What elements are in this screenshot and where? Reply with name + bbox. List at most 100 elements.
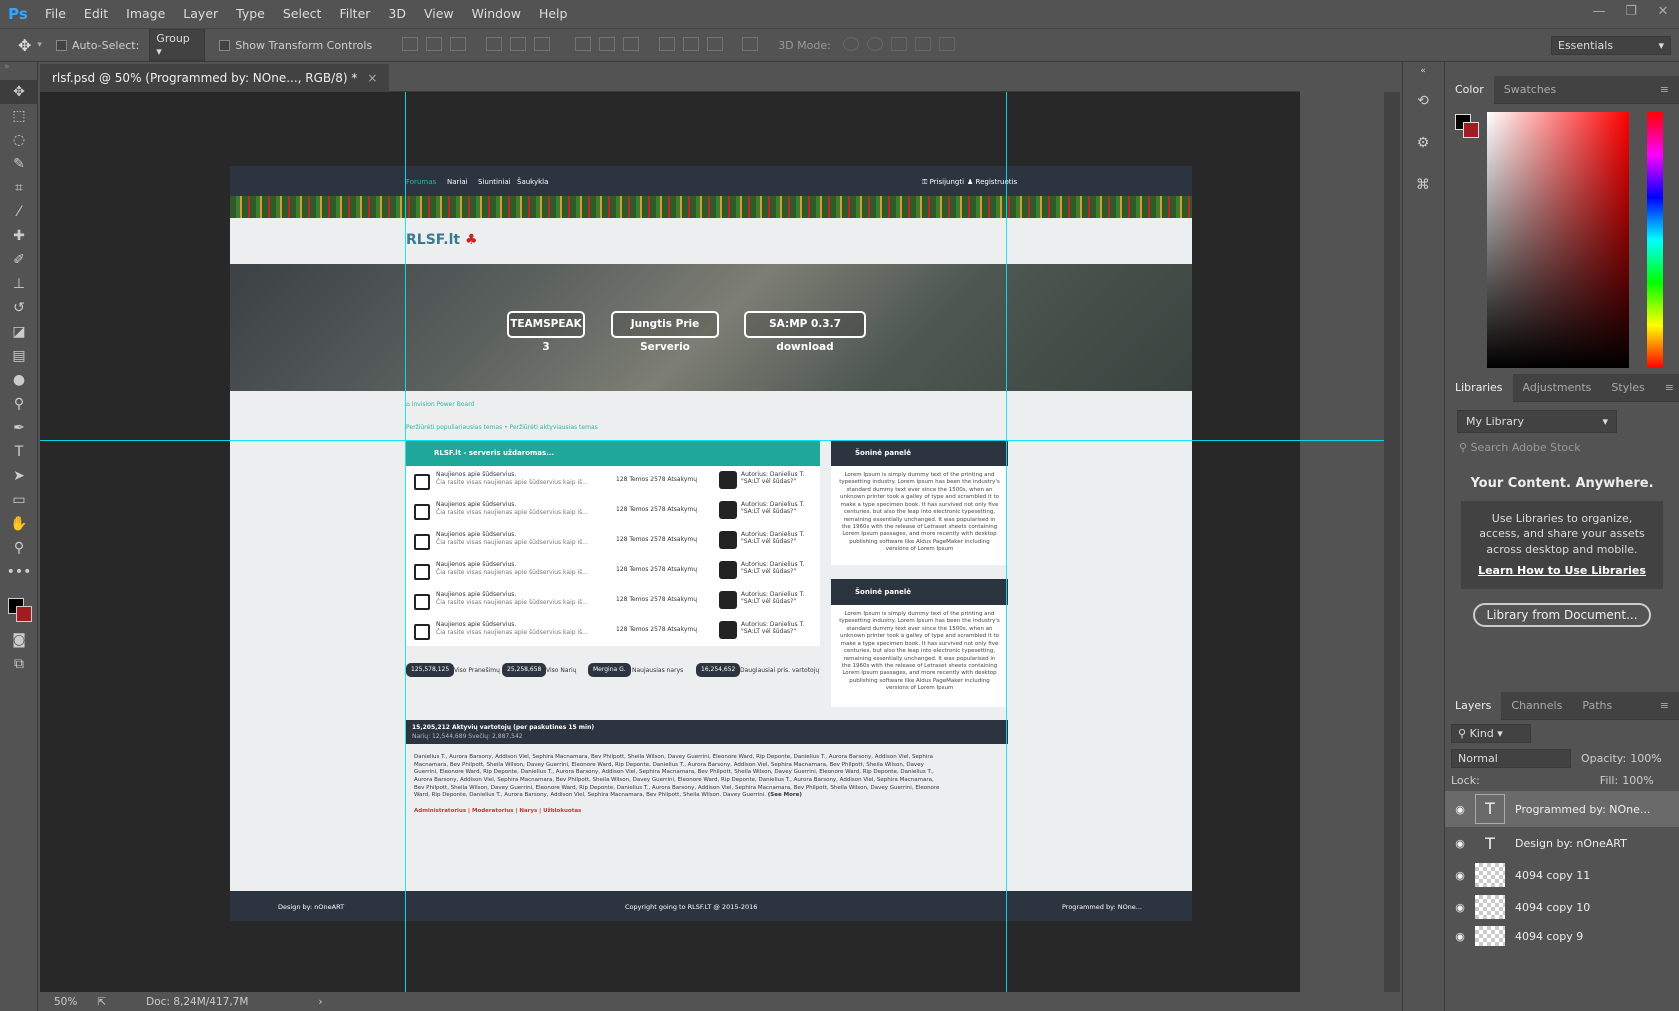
lasso-tool-icon[interactable]: ◌: [0, 128, 38, 152]
crop-tool-icon[interactable]: ⌗: [0, 176, 38, 200]
color-swatches[interactable]: [0, 584, 37, 628]
menu-view[interactable]: View: [415, 0, 463, 28]
tab-color[interactable]: Color: [1445, 75, 1494, 104]
tab-adjustments[interactable]: Adjustments: [1513, 374, 1602, 402]
nav-saukykla: Šaukykla: [517, 178, 549, 186]
menu-select[interactable]: Select: [274, 0, 331, 28]
menu-layer[interactable]: Layer: [174, 0, 227, 28]
healing-brush-icon[interactable]: ✚: [0, 224, 38, 248]
more-tools-icon[interactable]: •••: [0, 560, 38, 584]
forum-row: Naujienos apie šūdservius. Čia rasite vis…: [406, 556, 820, 586]
blur-tool-icon[interactable]: ●: [0, 368, 38, 392]
library-select[interactable]: My Library ▾: [1457, 410, 1617, 433]
eraser-tool-icon[interactable]: ◪: [0, 320, 38, 344]
learn-libraries-link[interactable]: Learn How to Use Libraries: [1471, 563, 1653, 578]
user-groups: Administratorius | Moderatorius | Narys …: [414, 808, 582, 815]
layer-row[interactable]: ◉ 4094 copy 9: [1445, 923, 1679, 949]
panel-menu-icon[interactable]: ≡: [1655, 374, 1679, 402]
close-icon[interactable]: ✕: [1647, 0, 1679, 28]
path-select-icon[interactable]: ➤: [0, 464, 38, 488]
guide-line[interactable]: [405, 92, 406, 992]
menu-filter[interactable]: Filter: [330, 0, 379, 28]
hue-slider[interactable]: [1647, 112, 1663, 368]
tab-swatches[interactable]: Swatches: [1494, 76, 1567, 104]
menu-edit[interactable]: Edit: [75, 0, 117, 28]
pen-tool-icon[interactable]: ✒: [0, 416, 38, 440]
saturation-field[interactable]: [1487, 112, 1629, 368]
tab-styles[interactable]: Styles: [1601, 374, 1654, 402]
close-tab-icon[interactable]: ×: [367, 71, 377, 85]
auto-select-dropdown[interactable]: Group ▾: [149, 29, 206, 61]
blend-mode-select[interactable]: Normal: [1451, 749, 1571, 768]
forum-list: Naujienos apie šūdservius. Čia rasite vis…: [406, 466, 820, 646]
side-panel-text: Lorem Ipsum is simply dummy text of the …: [839, 472, 1000, 553]
align-buttons[interactable]: [398, 36, 762, 54]
menu-image[interactable]: Image: [117, 0, 174, 28]
type-tool-icon[interactable]: T: [0, 440, 38, 464]
side-panel-title: Šoninė panelė: [831, 440, 1008, 466]
zoom-level[interactable]: 50%: [54, 996, 77, 1008]
history-brush-icon[interactable]: ↺: [0, 296, 38, 320]
panel-menu-icon[interactable]: ≡: [1650, 692, 1679, 720]
menu-window[interactable]: Window: [463, 0, 530, 28]
collapse-icon[interactable]: «: [1403, 62, 1443, 80]
export-icon[interactable]: ⇱: [97, 996, 106, 1008]
vertical-scrollbar[interactable]: [1384, 92, 1400, 992]
screen-mode-icon[interactable]: ⧉: [0, 652, 38, 676]
opacity-value[interactable]: 100%: [1630, 752, 1661, 765]
hand-tool-icon[interactable]: ✋: [0, 512, 38, 536]
library-from-document-button[interactable]: Library from Document...: [1473, 602, 1651, 627]
move-tool-icon[interactable]: ✥: [18, 36, 31, 55]
eyedropper-tool-icon[interactable]: ⁄: [0, 200, 38, 224]
stat-posts-value: 125,578,125: [406, 663, 455, 677]
menu-file[interactable]: File: [36, 0, 75, 28]
marquee-tool-icon[interactable]: ⬚: [0, 104, 38, 128]
fill-value[interactable]: 100%: [1622, 774, 1653, 787]
santa-icon: ♣: [464, 232, 478, 248]
tab-layers[interactable]: Layers: [1445, 691, 1502, 720]
brush-tool-icon[interactable]: ✐: [0, 248, 38, 272]
dodge-tool-icon[interactable]: ⚲: [0, 392, 38, 416]
status-arrow-icon[interactable]: ›: [318, 996, 322, 1008]
layer-row[interactable]: ◉ T Programmed by: NOne...: [1445, 791, 1679, 827]
libraries-panel-tabs: Libraries Adjustments Styles ≡: [1445, 373, 1679, 402]
guide-line[interactable]: [1006, 92, 1007, 992]
menu-type[interactable]: Type: [227, 0, 274, 28]
stat-max-value: 16,254,652: [696, 663, 741, 677]
document-tab[interactable]: rlsf.psd @ 50% (Programmed by: NOne..., …: [40, 64, 390, 92]
collapse-icon[interactable]: »: [0, 62, 37, 80]
guide-line[interactable]: [40, 440, 1385, 441]
menu-3d[interactable]: 3D: [379, 0, 415, 28]
3d-mode-icons[interactable]: [839, 36, 959, 54]
background-swatch[interactable]: [1463, 122, 1479, 138]
menu-help[interactable]: Help: [530, 0, 577, 28]
workspace-dropdown[interactable]: Essentials ▾: [1551, 35, 1671, 55]
panel-menu-icon[interactable]: ≡: [1650, 76, 1679, 104]
layer-row[interactable]: ◉ 4094 copy 10: [1445, 891, 1679, 923]
quick-select-tool-icon[interactable]: ✎: [0, 152, 38, 176]
minimize-icon[interactable]: —: [1583, 0, 1615, 28]
properties-icon[interactable]: ⚙: [1403, 122, 1443, 164]
quick-mask-icon[interactable]: ◙: [0, 628, 38, 652]
zoom-tool-icon[interactable]: ⚲: [0, 536, 38, 560]
move-tool-icon[interactable]: ✥: [0, 80, 38, 104]
show-transform-checkbox[interactable]: [219, 39, 235, 52]
stat-posts-label: Viso Pranešimų: [454, 667, 500, 674]
kind-filter[interactable]: ⚲ Kind ▾: [1451, 724, 1531, 743]
auto-select-checkbox[interactable]: [55, 39, 72, 52]
layer-row[interactable]: ◉ 4094 copy 11: [1445, 859, 1679, 891]
restore-icon[interactable]: ❐: [1615, 0, 1647, 28]
stock-search-input[interactable]: ⚲ Search Adobe Stock: [1453, 441, 1671, 454]
tab-libraries[interactable]: Libraries: [1445, 373, 1513, 402]
color-picker[interactable]: [1445, 104, 1679, 374]
glyphs-icon[interactable]: ⌘: [1403, 164, 1443, 206]
rectangle-tool-icon[interactable]: ▭: [0, 488, 38, 512]
show-transform-label: Show Transform Controls: [235, 38, 373, 52]
tab-paths[interactable]: Paths: [1572, 692, 1622, 720]
history-icon[interactable]: ⟲: [1403, 80, 1443, 122]
tab-channels[interactable]: Channels: [1501, 692, 1572, 720]
chevron-down-icon[interactable]: ▾: [37, 40, 42, 50]
layer-row[interactable]: ◉ T Design by: nOneART: [1445, 827, 1679, 859]
gradient-tool-icon[interactable]: ▤: [0, 344, 38, 368]
stamp-tool-icon[interactable]: ⊥: [0, 272, 38, 296]
